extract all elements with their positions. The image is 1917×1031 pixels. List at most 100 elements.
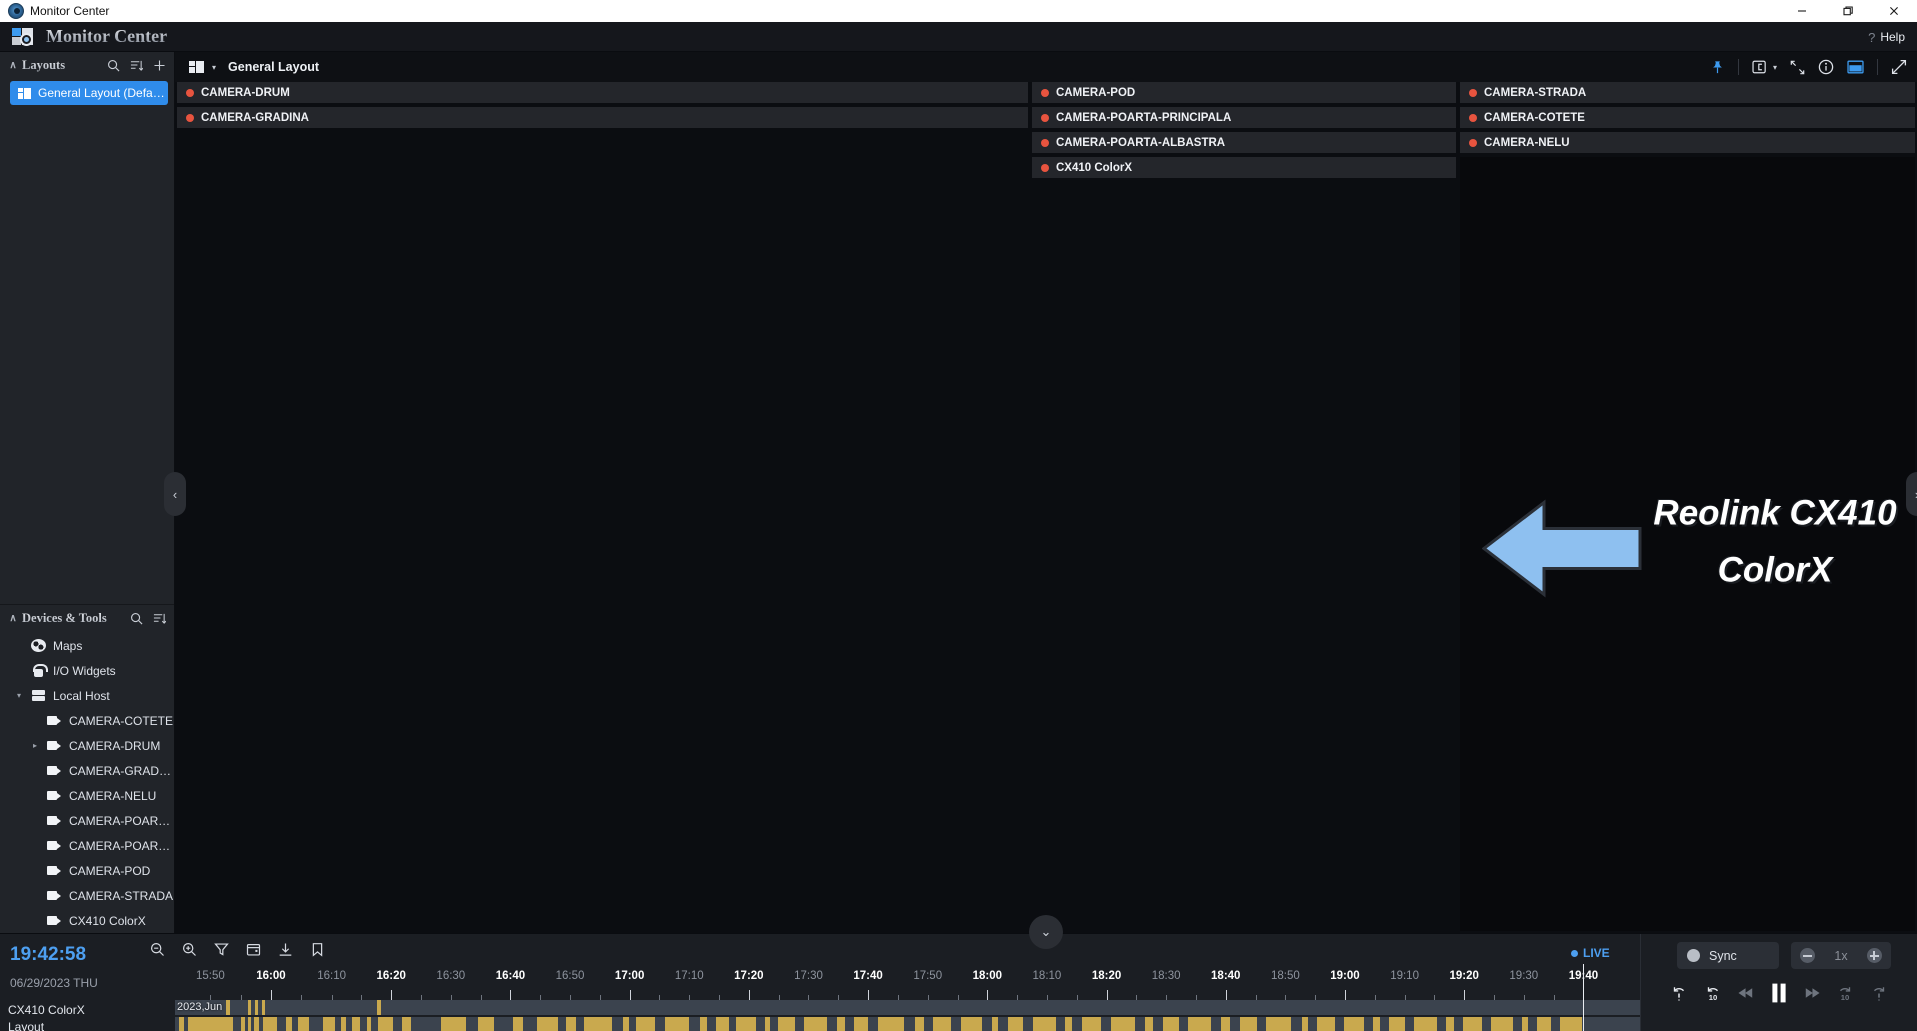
timeline-tick-mark [748,990,750,1000]
tree-item-camera-cotete[interactable]: CAMERA-COTETE [0,708,174,733]
pause-icon[interactable] [1770,982,1788,1004]
zoom-out-icon[interactable] [150,942,165,957]
recording-indicator-icon [1041,163,1049,172]
layout-grid-icon[interactable] [189,61,204,73]
fit-screen-icon[interactable] [1790,60,1805,75]
jump-forward-icon[interactable] [1870,984,1888,1002]
info-icon[interactable] [1818,59,1834,75]
video-cell-camera-poarta-principala[interactable]: CAMERA-POARTA-PRINCIPALA MARIO HOSTING 0… [1032,107,1456,128]
tree-expander-icon[interactable]: ▸ [30,741,40,750]
timeline-recording-segment [366,1017,371,1031]
video-cell-cx410-colorx[interactable]: CX410 ColorX 06/29/2023 19:42:58 THU [1032,157,1456,178]
timeline-tick-mark [629,990,631,1000]
tree-item-maps[interactable]: Maps [0,633,174,658]
timeline-tick-label: 17:20 [734,970,764,982]
video-cell-camera-strada[interactable]: CAMERA-STRADA 06/29/2023 20:42:55 THU [1460,82,1915,103]
chevron-down-icon[interactable]: ▾ [212,63,216,72]
devices-search-icon[interactable] [130,612,143,625]
layouts-search-icon[interactable] [107,59,120,72]
tree-item-camera-drum[interactable]: ▸ CAMERA-DRUM [0,733,174,758]
tree-item-camera-strada[interactable]: CAMERA-STRADA [0,883,174,908]
calendar-icon[interactable] [246,942,261,957]
tree-item-label: Maps [53,638,83,653]
filter-icon[interactable] [214,942,229,957]
timeline-playhead[interactable] [1583,964,1585,1031]
layouts-add-icon[interactable] [153,59,166,72]
tree-item-camera-pod[interactable]: CAMERA-POD [0,858,174,883]
jump-back-icon[interactable] [1670,984,1688,1002]
video-cell-camera-nelu[interactable]: CAMERA-NELU 06/29/2023 20:42:55 THU [1460,132,1915,153]
help-button[interactable]: ? Help [1868,22,1905,52]
minimize-button[interactable] [1779,0,1825,22]
devices-panel-header[interactable]: ∧ Devices & Tools [0,605,174,631]
tree-item-cx410-colorx[interactable]: CX410 ColorX [0,908,174,933]
video-cell-camera-cotete[interactable]: CAMERA-COTETE 06/29/2023 20:42:55 THU [1460,107,1915,128]
tree-expander-icon[interactable]: ▾ [14,691,24,700]
video-cell-camera-drum[interactable]: CAMERA-DRUM 06/29/2023 20:42:57 THU [177,82,1028,103]
grid-column-right: CAMERA-STRADA 06/29/2023 20:42:55 THU CA… [1460,82,1915,931]
recording-indicator-icon [1469,138,1477,147]
fast-forward-icon[interactable] [1804,986,1820,1000]
speed-value: 1x [1834,948,1848,963]
tree-item-i-o-widgets[interactable]: I/O Widgets [0,658,174,683]
timeline-tick-label: 18:00 [972,970,1003,982]
tree-item-camera-nelu[interactable]: CAMERA-NELU [0,783,174,808]
collapse-left-panel-handle[interactable]: ‹ [164,472,186,516]
playback-speed-control[interactable]: 1x [1791,942,1891,969]
timeline-recording-segment [566,1017,577,1031]
timeline-recording-segment [1163,1017,1180,1031]
layouts-collapse-caret-icon[interactable]: ∧ [6,60,20,71]
panel-toggle-icon[interactable] [1847,60,1864,74]
zoom-in-icon[interactable] [182,942,197,957]
cycle-caret-icon[interactable]: ▾ [1773,63,1777,72]
timeline-recording-segment [247,1000,251,1015]
sync-button[interactable]: Sync [1677,942,1779,969]
expand-timeline-handle[interactable]: ⌄ [1029,915,1063,949]
maximize-button[interactable] [1825,0,1871,22]
close-button[interactable] [1871,0,1917,22]
layout-item-general[interactable]: General Layout (Defa… [10,81,168,105]
timeline-recording-segment [402,1017,412,1031]
tree-item-camera-poarta[interactable]: CAMERA-POARTA-… [0,808,174,833]
back-10-icon[interactable]: 10 [1704,984,1722,1002]
fullscreen-icon[interactable] [1891,59,1907,75]
timeline-recording-segment [1065,1017,1073,1031]
cycle-layout-icon[interactable] [1752,60,1769,74]
pin-icon[interactable] [1710,60,1725,75]
layouts-sort-icon[interactable] [130,59,143,72]
timeline-recording-segment [1188,1017,1211,1031]
rewind-icon[interactable] [1738,986,1754,1000]
timeline-recording-segment [340,1017,346,1031]
timeline-tick-label: 16:50 [555,970,585,982]
video-cell-camera-gradina[interactable]: CAMERA-GRADINA MARIO HOSTING 06/29/2023 … [177,107,1028,128]
bookmark-icon[interactable] [310,942,325,957]
video-cell-camera-pod[interactable]: CAMERA-POD 06/29/2023 20:42:54 THU [1032,82,1456,103]
devices-sort-icon[interactable] [153,612,166,625]
timeline-recording-segment [1389,1017,1405,1031]
server-icon [31,689,46,702]
speed-decrease-icon[interactable] [1800,948,1815,963]
download-icon[interactable] [278,942,293,957]
timeline-ruler-area[interactable]: 15:50 16:00 16:10 16:20 16:30 16:40 16:50 17:00… [175,934,1640,1031]
tree-item-camera-poarta[interactable]: CAMERA-POARTA-… [0,833,174,858]
timeline-ruler[interactable]: 15:50 16:00 16:10 16:20 16:30 16:40 16:50 17:00… [175,970,1640,1000]
video-cell-camera-poarta-albastra[interactable]: CAMERA-POARTA-ALBASTRA 06/29/2023 20:42:… [1032,132,1456,153]
timeline-recording-segment [179,1017,185,1031]
forward-10-icon[interactable]: 10 [1836,984,1854,1002]
main-content: ▾ General Layout ▾ ‹ ⌄ CAMERA-DRUM CAMER… [164,52,1917,949]
timeline-tick-label: 19:30 [1509,970,1539,982]
video-cell-label: CAMERA-DRUM [201,86,290,99]
tree-item-camera-gradina[interactable]: CAMERA-GRADINA [0,758,174,783]
layouts-panel-header[interactable]: ∧ Layouts [0,52,174,78]
speed-increase-icon[interactable] [1866,948,1882,963]
timeline-tick-mark [1106,990,1108,1000]
live-indicator[interactable]: LIVE [1571,946,1610,960]
collapse-right-panel-handle[interactable]: › [1906,472,1917,516]
video-cell-label: CAMERA-COTETE [1484,111,1585,124]
tree-item-local-host[interactable]: ▾ Local Host [0,683,174,708]
timeline-track-row[interactable] [175,1017,1640,1031]
timeline-track-row[interactable]: 2023,Jun [175,1000,1640,1015]
tree-item-label: CAMERA-STRADA [69,888,174,903]
devices-collapse-caret-icon[interactable]: ∧ [6,613,20,624]
